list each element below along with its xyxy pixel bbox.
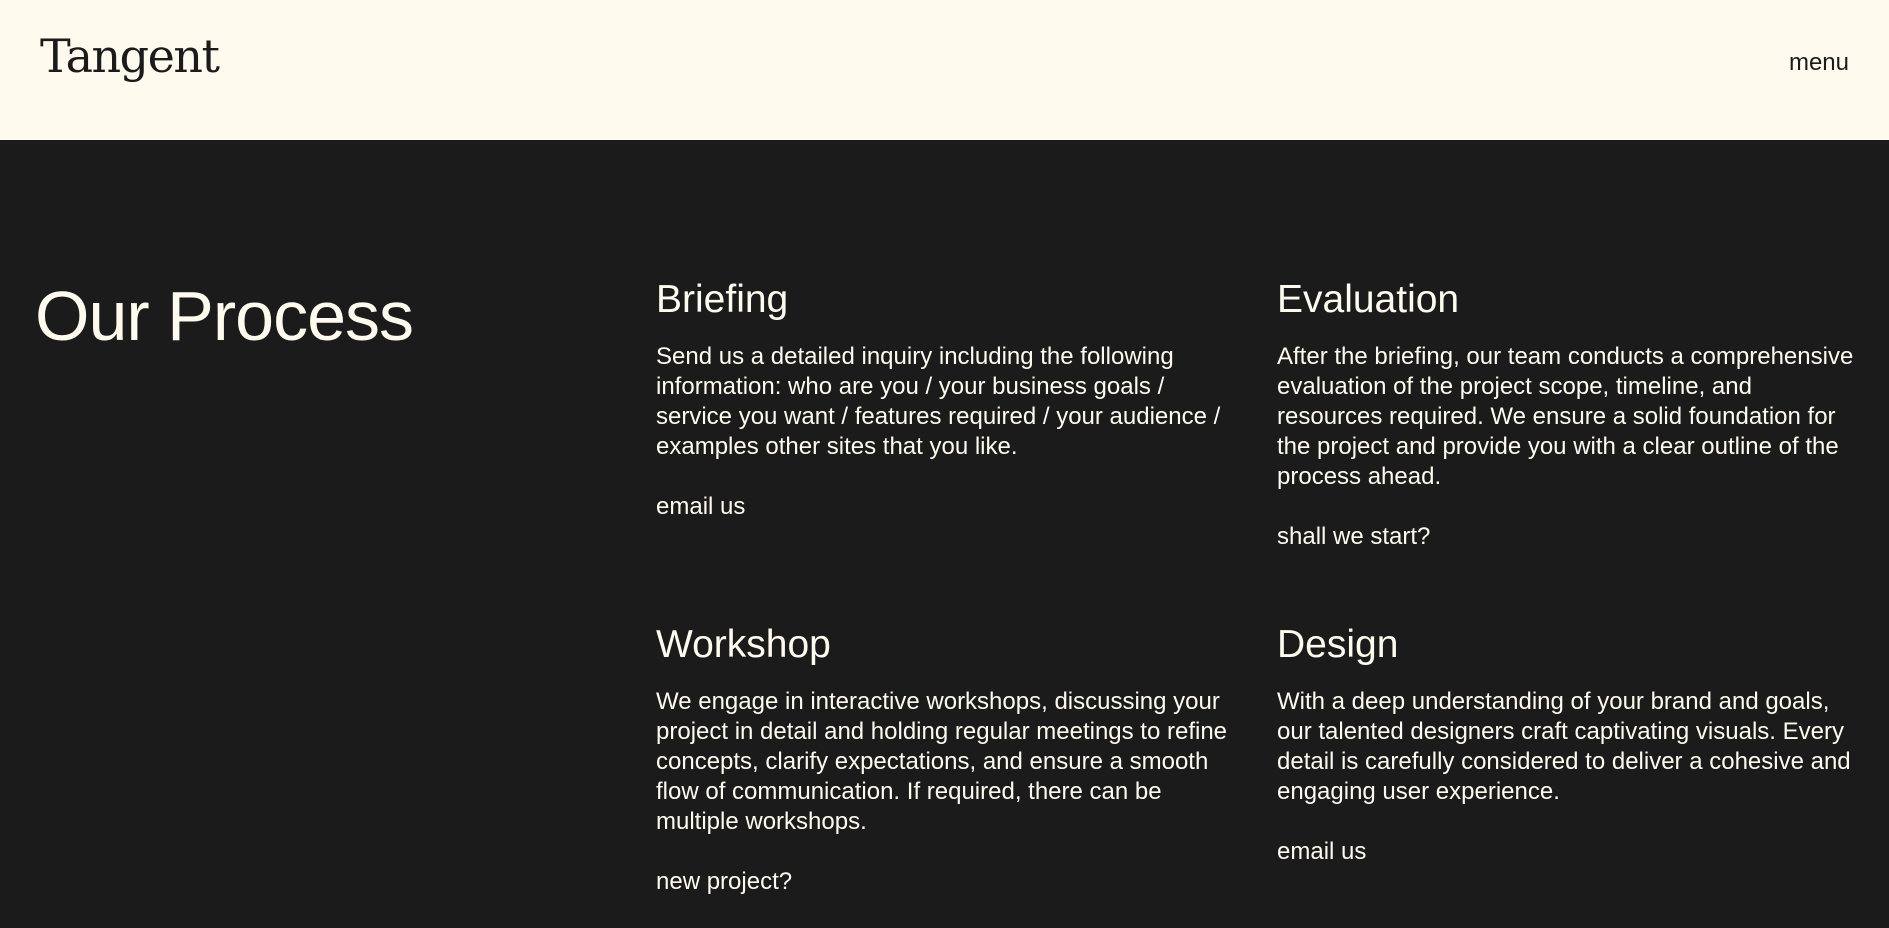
step-title: Design bbox=[1277, 623, 1399, 666]
process-step-workshop: Workshop We engage in interactive worksh… bbox=[656, 621, 1241, 897]
section-title: Our Process bbox=[35, 277, 414, 355]
step-title: Workshop bbox=[656, 623, 831, 666]
step-description: After the briefing, our team conducts a … bbox=[1277, 343, 1854, 490]
menu-button[interactable]: menu bbox=[1789, 48, 1849, 78]
email-us-link[interactable]: email us bbox=[1277, 837, 1366, 867]
process-step-briefing: Briefing Send us a detailed inquiry incl… bbox=[656, 276, 1241, 522]
process-section: Our Process Briefing Send us a detailed … bbox=[0, 140, 1889, 928]
step-description: We engage in interactive workshops, disc… bbox=[656, 688, 1228, 835]
site-header: Tangent menu bbox=[0, 0, 1889, 140]
step-description: Send us a detailed inquiry including the… bbox=[656, 343, 1221, 460]
step-description: With a deep understanding of your brand … bbox=[1277, 688, 1851, 805]
email-us-link[interactable]: email us bbox=[656, 492, 745, 522]
new-project-link[interactable]: new project? bbox=[656, 867, 792, 897]
start-project-link[interactable]: shall we start? bbox=[1277, 522, 1430, 552]
brand-logo[interactable]: Tangent bbox=[40, 28, 220, 84]
process-step-evaluation: Evaluation After the briefing, our team … bbox=[1277, 276, 1862, 552]
step-title: Briefing bbox=[656, 278, 789, 321]
step-title: Evaluation bbox=[1277, 278, 1460, 321]
process-step-design: Design With a deep understanding of your… bbox=[1277, 621, 1862, 867]
